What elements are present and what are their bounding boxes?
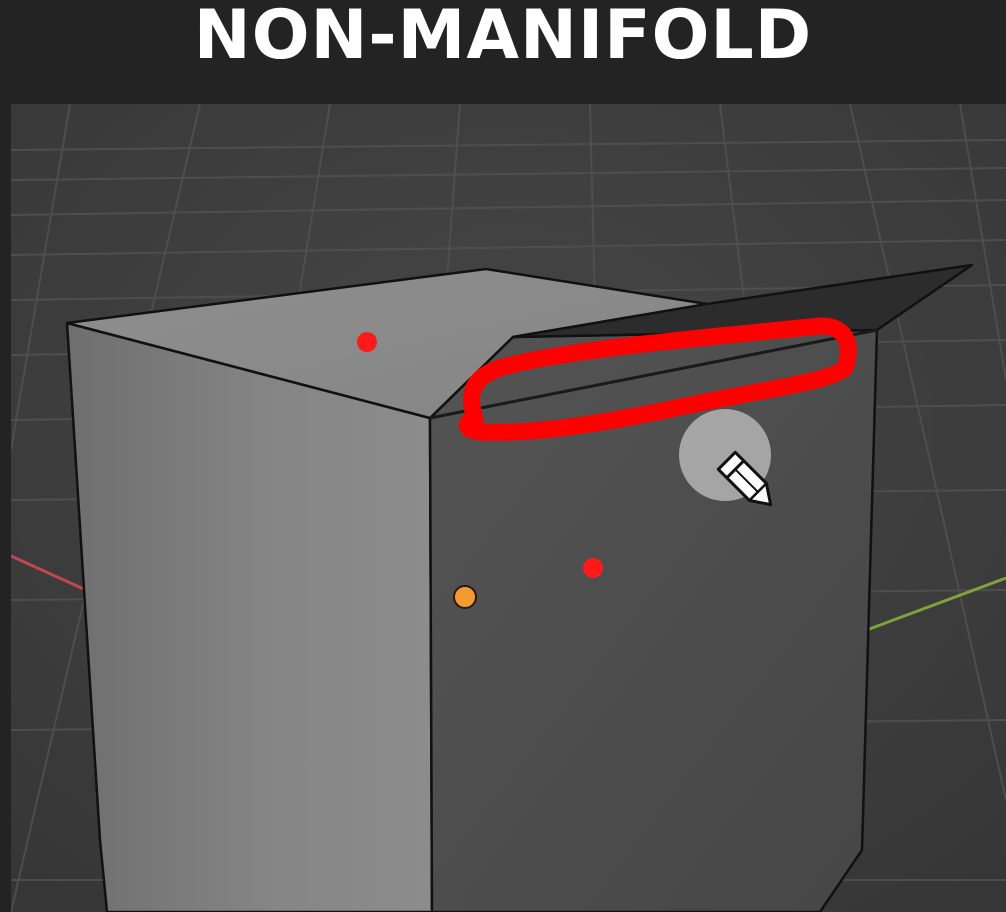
3d-viewport[interactable]	[11, 104, 1006, 912]
viewport-canvas[interactable]	[11, 104, 1006, 912]
face-center-dot-right	[583, 558, 603, 578]
screenshot-frame: NON-MANIFOLD	[0, 0, 1006, 912]
cube-left-face[interactable]	[65, 321, 434, 912]
object-origin-dot	[453, 585, 477, 609]
page-title: NON-MANIFOLD	[193, 0, 813, 75]
title-banner: NON-MANIFOLD	[0, 0, 1006, 104]
face-center-dot-top	[357, 332, 377, 352]
